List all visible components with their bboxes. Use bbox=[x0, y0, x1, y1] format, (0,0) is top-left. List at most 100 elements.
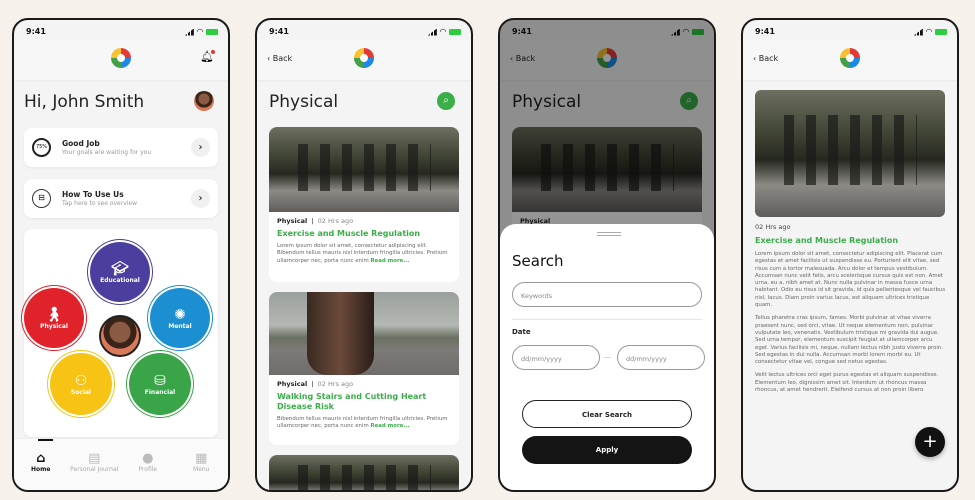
battery-icon bbox=[206, 29, 218, 35]
article-time: 02 Hrs ago bbox=[317, 380, 354, 388]
phone-home-screen: 9:41 ◠ 🔔︎ Hi, John Smith 75% Good Job You… bbox=[12, 18, 230, 492]
app-header: 🔔︎ bbox=[14, 40, 228, 80]
read-more-link[interactable]: Read more... bbox=[370, 258, 409, 264]
plus-icon: + bbox=[922, 431, 938, 452]
article-card[interactable]: Physical | 02 Hrs ago Walking Stairs and… bbox=[269, 375, 459, 445]
category-label: Mental bbox=[168, 322, 192, 330]
card-title: Good Job bbox=[62, 139, 100, 148]
card-title: How To Use Us bbox=[62, 190, 124, 199]
keywords-input[interactable]: Keywords bbox=[512, 282, 702, 307]
wifi-icon: ◠ bbox=[439, 27, 446, 36]
walking-icon: 🚶︎ bbox=[45, 306, 63, 323]
article-paragraph: Velit lectus ultrices orci eget purus eg… bbox=[755, 372, 939, 394]
search-sheet: Search Keywords Date dd/mm/yyyy — dd/mm/… bbox=[500, 224, 714, 490]
signal-icon bbox=[913, 28, 923, 36]
app-header: ‹ Back bbox=[257, 40, 471, 80]
nav-label: Menu bbox=[193, 466, 210, 473]
status-time: 9:41 bbox=[755, 27, 775, 36]
back-button[interactable]: ‹ Back bbox=[753, 54, 778, 63]
nav-profile[interactable]: ● Profile bbox=[123, 451, 173, 490]
date-from-input[interactable]: dd/mm/yyyy bbox=[512, 345, 600, 370]
article-image[interactable] bbox=[269, 455, 459, 490]
bell-icon[interactable]: 🔔︎ bbox=[200, 50, 215, 63]
grid-icon: ▦ bbox=[195, 451, 208, 466]
card-subtitle: Tap here to see overview bbox=[62, 200, 138, 207]
app-logo bbox=[840, 48, 860, 68]
category-educational[interactable]: 🎓︎ Educational bbox=[90, 242, 150, 302]
battery-icon bbox=[449, 29, 461, 35]
article-card[interactable]: Physical | 02 Hrs ago Exercise and Muscl… bbox=[269, 212, 459, 282]
status-time: 9:41 bbox=[269, 27, 289, 36]
people-icon: ⚇ bbox=[74, 372, 88, 389]
article-image[interactable] bbox=[269, 127, 459, 212]
article-title: Exercise and Muscle Regulation bbox=[277, 229, 421, 238]
coins-icon: ⛁ bbox=[154, 372, 166, 389]
page-title: Physical bbox=[269, 92, 339, 112]
apply-button[interactable]: Apply bbox=[522, 436, 692, 464]
status-bar: 9:41 ◠ bbox=[269, 27, 461, 39]
how-to-use-card[interactable]: ⊟ How To Use Us Tap here to see overview… bbox=[24, 179, 218, 218]
status-bar: 9:41 ◠ bbox=[755, 27, 947, 39]
active-indicator bbox=[38, 439, 53, 441]
app-header: ‹ Back bbox=[743, 40, 957, 80]
greeting: Hi, John Smith bbox=[24, 92, 145, 112]
add-button[interactable]: + bbox=[915, 427, 945, 457]
app-logo bbox=[111, 48, 131, 68]
signpost-icon: ⊟ bbox=[32, 189, 51, 208]
sheet-title: Search bbox=[512, 252, 564, 270]
nav-personal-journal[interactable]: ▤ Personal Journal bbox=[69, 451, 119, 490]
status-time: 9:41 bbox=[26, 27, 46, 36]
category-label: Financial bbox=[144, 388, 176, 396]
app-logo bbox=[354, 48, 374, 68]
article-meta: Physical | 02 Hrs ago bbox=[277, 217, 354, 225]
bottom-nav: ⌂ Home ▤ Personal Journal ● Profile ▦ Menu bbox=[14, 438, 228, 490]
journal-icon: ▤ bbox=[88, 451, 101, 466]
nav-menu[interactable]: ▦ Menu bbox=[176, 451, 226, 490]
home-icon: ⌂ bbox=[36, 451, 46, 466]
article-excerpt: Bibendum tellus mauris nisl interdum fri… bbox=[277, 416, 448, 430]
battery-icon bbox=[935, 29, 947, 35]
article-title: Exercise and Muscle Regulation bbox=[755, 236, 899, 245]
nav-home[interactable]: ⌂ Home bbox=[16, 451, 66, 490]
signal-icon bbox=[184, 28, 194, 36]
category-social[interactable]: ⚇ Social bbox=[50, 353, 112, 415]
chevron-right-icon[interactable]: › bbox=[191, 189, 210, 208]
article-paragraph: Tellus pharetra cras ipsum, fames. Morbi… bbox=[755, 315, 944, 366]
read-more-link[interactable]: Read more... bbox=[370, 423, 409, 429]
avatar[interactable] bbox=[194, 91, 214, 111]
article-excerpt: Lorem ipsum dolor sit amet, consectetur … bbox=[277, 243, 448, 264]
article-content: 02 Hrs ago Exercise and Muscle Regulatio… bbox=[755, 223, 947, 394]
category-label: Educational bbox=[100, 276, 140, 284]
category-mental[interactable]: ✺ Mental bbox=[150, 288, 210, 348]
article-time: 02 Hrs ago bbox=[755, 223, 791, 231]
category-physical[interactable]: 🚶︎ Physical bbox=[24, 288, 84, 348]
phone-article-list: 9:41 ◠ ‹ Back Physical ⌕ Physical | 02 Hr… bbox=[255, 18, 473, 492]
nav-label: Personal Journal bbox=[70, 466, 119, 473]
phone-article-detail: 9:41 ◠ ‹ Back 02 Hrs ago Exercise and Mus… bbox=[741, 18, 959, 492]
status-bar: 9:41 ◠ bbox=[26, 27, 218, 39]
wifi-icon: ◠ bbox=[925, 27, 932, 36]
back-button[interactable]: ‹ Back bbox=[267, 54, 292, 63]
category-label: Social bbox=[70, 388, 92, 396]
graduate-icon: 🎓︎ bbox=[111, 260, 129, 277]
divider bbox=[512, 319, 702, 320]
center-avatar[interactable] bbox=[99, 315, 141, 357]
signal-icon bbox=[427, 28, 437, 36]
back-label: Back bbox=[758, 54, 779, 63]
drag-handle[interactable] bbox=[597, 232, 621, 236]
nav-label: Home bbox=[31, 466, 51, 473]
chevron-right-icon[interactable]: › bbox=[191, 138, 210, 157]
article-category: Physical bbox=[277, 217, 308, 225]
brain-icon: ✺ bbox=[174, 306, 186, 323]
card-subtitle: Your goals are waiting for you bbox=[62, 149, 152, 156]
category-financial[interactable]: ⛁ Financial bbox=[129, 353, 191, 415]
article-image[interactable] bbox=[269, 292, 459, 375]
date-to-input[interactable]: dd/mm/yyyy bbox=[617, 345, 705, 370]
clear-search-button[interactable]: Clear Search bbox=[522, 400, 692, 428]
article-paragraph: Lorem ipsum dolor sit amet, consectetur … bbox=[755, 251, 946, 309]
good-job-card[interactable]: 75% Good Job Your goals are waiting for … bbox=[24, 128, 218, 167]
nav-label: Profile bbox=[138, 466, 158, 473]
category-label: Physical bbox=[40, 322, 68, 330]
article-hero-image bbox=[755, 90, 945, 217]
search-button[interactable]: ⌕ bbox=[437, 92, 455, 110]
